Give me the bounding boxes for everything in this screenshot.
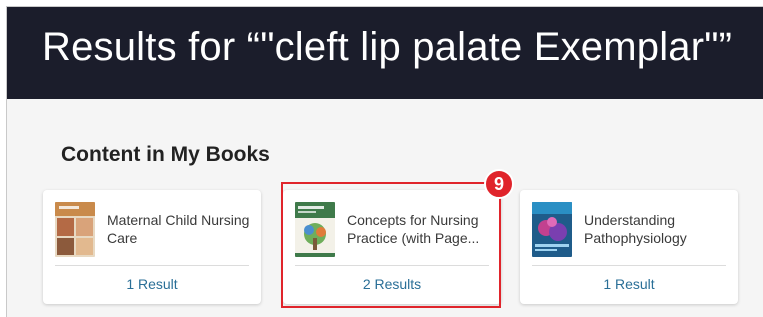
card-divider [55, 265, 249, 266]
book-title: Understanding Pathophysiology [584, 212, 687, 246]
results-link[interactable]: 1 Result [43, 276, 261, 292]
book-card-maternal-child[interactable]: Maternal Child Nursing Care 1 Result [43, 190, 261, 304]
section-title: Content in My Books [61, 143, 270, 166]
book-cover-pathophysiology-icon [532, 202, 572, 257]
page-frame: Results for “"cleft lip palate Exemplar"… [6, 6, 763, 317]
card-divider [532, 265, 726, 266]
book-card-pathophysiology[interactable]: Understanding Pathophysiology 1 Result [520, 190, 738, 304]
results-link[interactable]: 1 Result [520, 276, 738, 292]
book-cover-maternal-child-icon [55, 202, 95, 257]
page-title: Results for “"cleft lip palate Exemplar"… [42, 25, 733, 69]
annotation-badge: 9 [484, 169, 514, 199]
book-title: Maternal Child Nursing Care [107, 212, 250, 246]
annotation-highlight-box [281, 182, 501, 308]
results-header: Results for “"cleft lip palate Exemplar"… [7, 7, 763, 99]
